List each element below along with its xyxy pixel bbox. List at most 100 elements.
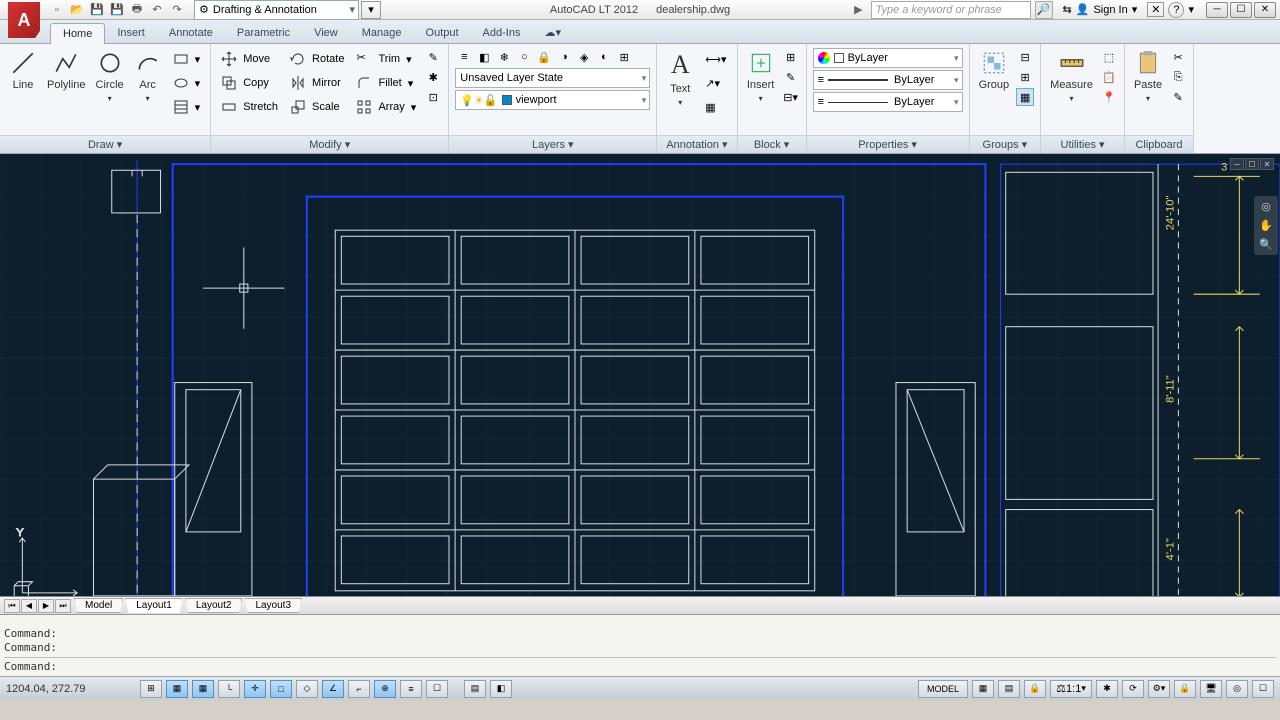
workspace-dropdown[interactable]: ⚙ Drafting & Annotation xyxy=(194,0,359,20)
match-icon[interactable]: ✎ xyxy=(1169,88,1187,106)
arc-button[interactable]: Arc▾ xyxy=(131,48,165,105)
tab-insert[interactable]: Insert xyxy=(105,23,157,43)
drawing-canvas[interactable]: 24'-10" 8'-11" 4'-1" 3 Y ─ ☐ ✕ ◎ ✋ 🔍 xyxy=(0,154,1280,596)
annoscale-lock-icon[interactable]: 🔒 xyxy=(1024,680,1046,698)
erase-icon[interactable]: ✎ xyxy=(424,48,442,66)
lt-last-icon[interactable]: ⏭ xyxy=(55,599,71,613)
nav-zoom-icon[interactable]: 🔍 xyxy=(1256,238,1276,251)
model-space-button[interactable]: MODEL xyxy=(918,680,968,698)
linetype-dropdown[interactable]: ≡ByLayer xyxy=(813,70,963,90)
anno-scale-dropdown[interactable]: ⚖1:1▾ xyxy=(1050,680,1092,698)
snap-toggle[interactable]: ▦ xyxy=(166,680,188,698)
grid-toggle[interactable]: ▦ xyxy=(192,680,214,698)
insert-button[interactable]: Insert▾ xyxy=(744,48,778,105)
clean-screen-icon[interactable]: ☐ xyxy=(1252,680,1274,698)
tab-model[interactable]: Model xyxy=(74,598,123,613)
color-dropdown[interactable]: ByLayer xyxy=(813,48,963,68)
isolate-icon[interactable]: ◎ xyxy=(1226,680,1248,698)
workspace-flyout[interactable]: ▾ xyxy=(361,1,381,19)
tab-manage[interactable]: Manage xyxy=(350,23,414,43)
hardware-icon[interactable]: 🖥 xyxy=(1200,680,1222,698)
circle-button[interactable]: Circle▾ xyxy=(93,48,127,105)
tab-layout1[interactable]: Layout1 xyxy=(125,598,183,613)
dimension-icon[interactable]: ⟷▾ xyxy=(701,48,730,70)
panel-title-utilities[interactable]: Utilities ▾ xyxy=(1041,135,1124,153)
tab-layout3[interactable]: Layout3 xyxy=(244,598,302,613)
lt-first-icon[interactable]: ⏮ xyxy=(4,599,20,613)
toolbar-lock-icon[interactable]: 🔒 xyxy=(1174,680,1196,698)
layer-prev-icon[interactable]: ◐ xyxy=(595,48,613,66)
ungroup-icon[interactable]: ⊟ xyxy=(1016,48,1034,66)
ws-switch-icon[interactable]: ⚙▾ xyxy=(1148,680,1170,698)
ducs-toggle[interactable]: ⌐ xyxy=(348,680,370,698)
tab-annotate[interactable]: Annotate xyxy=(157,23,225,43)
table-icon[interactable]: ▦ xyxy=(701,96,730,118)
create-block-icon[interactable]: ⊞ xyxy=(782,48,800,66)
sc-toggle[interactable]: ◧ xyxy=(490,680,512,698)
nav-wheel-icon[interactable]: ◎ xyxy=(1256,200,1276,213)
osnap-toggle[interactable]: □ xyxy=(270,680,292,698)
tab-express[interactable]: ☁▾ xyxy=(532,22,573,43)
trim-button[interactable]: ✂Trim ▾ xyxy=(352,48,420,70)
hatch-icon[interactable]: ▾ xyxy=(169,96,205,118)
fillet-button[interactable]: Fillet ▾ xyxy=(352,72,420,94)
ortho-toggle[interactable]: └ xyxy=(218,680,240,698)
panel-title-draw[interactable]: Draw ▾ xyxy=(0,135,210,153)
nav-pan-icon[interactable]: ✋ xyxy=(1256,219,1276,232)
lt-prev-icon[interactable]: ◀ xyxy=(21,599,37,613)
text-button[interactable]: AText▾ xyxy=(663,48,697,109)
group-edit-icon[interactable]: ⊞ xyxy=(1016,68,1034,86)
tab-output[interactable]: Output xyxy=(414,23,471,43)
undo-icon[interactable]: ↶ xyxy=(148,2,166,18)
panel-title-block[interactable]: Block ▾ xyxy=(738,135,806,153)
lwt-toggle[interactable]: ≡ xyxy=(400,680,422,698)
command-window[interactable]: Command: Command: Command: xyxy=(0,614,1280,676)
layer-match-icon[interactable]: ◈ xyxy=(575,48,593,66)
otrack-toggle[interactable]: ∠ xyxy=(322,680,344,698)
redo-icon[interactable]: ↷ xyxy=(168,2,186,18)
open-icon[interactable]: 📂 xyxy=(68,2,86,18)
mirror-button[interactable]: Mirror xyxy=(286,72,348,94)
help-dropdown[interactable]: ▾ xyxy=(1188,3,1194,16)
tab-addins[interactable]: Add-Ins xyxy=(471,23,533,43)
cut-icon[interactable]: ✂ xyxy=(1169,48,1187,66)
annovis-icon[interactable]: ✱ xyxy=(1096,680,1118,698)
tab-view[interactable]: View xyxy=(302,23,350,43)
save-icon[interactable]: 💾 xyxy=(88,2,106,18)
lt-next-icon[interactable]: ▶ xyxy=(38,599,54,613)
layer-prop-icon[interactable]: ≡ xyxy=(455,48,473,66)
cmd-prompt[interactable]: Command: xyxy=(4,660,1276,674)
scale-button[interactable]: Scale xyxy=(286,96,348,118)
vp-close-icon[interactable]: ✕ xyxy=(1260,158,1274,170)
group-bbox-icon[interactable]: ▦ xyxy=(1016,88,1034,106)
3dosnap-toggle[interactable]: ◇ xyxy=(296,680,318,698)
dyn-toggle[interactable]: ⊕ xyxy=(374,680,396,698)
panel-title-annotation[interactable]: Annotation ▾ xyxy=(657,135,736,153)
lineweight-dropdown[interactable]: ≡ByLayer xyxy=(813,92,963,112)
id-point-icon[interactable]: 📍 xyxy=(1100,88,1118,106)
infer-toggle[interactable]: ⊞ xyxy=(140,680,162,698)
new-icon[interactable]: ▫ xyxy=(48,2,66,18)
edit-attr-icon[interactable]: ⊟▾ xyxy=(782,88,800,106)
offset-icon[interactable]: ⊡ xyxy=(424,88,442,106)
tab-parametric[interactable]: Parametric xyxy=(225,23,302,43)
move-button[interactable]: Move xyxy=(217,48,282,70)
layer-off-icon[interactable]: ○ xyxy=(515,48,533,66)
sb-grid-icon[interactable]: ▦ xyxy=(972,680,994,698)
minimize-button[interactable]: ─ xyxy=(1206,2,1228,18)
help-icon[interactable]: ? xyxy=(1168,2,1184,18)
copy-clip-icon[interactable]: ⎘ xyxy=(1169,68,1187,86)
quickcalc-icon[interactable]: 📋 xyxy=(1100,68,1118,86)
vp-min-icon[interactable]: ─ xyxy=(1230,158,1244,170)
qp-toggle[interactable]: ▤ xyxy=(464,680,486,698)
select-icon[interactable]: ⬚ xyxy=(1100,48,1118,66)
leader-icon[interactable]: ↗▾ xyxy=(701,72,730,94)
search-go-button[interactable]: 🔎 xyxy=(1035,1,1053,19)
stretch-button[interactable]: Stretch xyxy=(217,96,282,118)
rotate-button[interactable]: Rotate xyxy=(286,48,348,70)
paste-button[interactable]: Paste▾ xyxy=(1131,48,1165,105)
layer-iso-icon[interactable]: ◧ xyxy=(475,48,493,66)
maximize-button[interactable]: ☐ xyxy=(1230,2,1252,18)
tab-home[interactable]: Home xyxy=(50,23,105,44)
search-input[interactable]: Type a keyword or phrase xyxy=(871,1,1031,19)
